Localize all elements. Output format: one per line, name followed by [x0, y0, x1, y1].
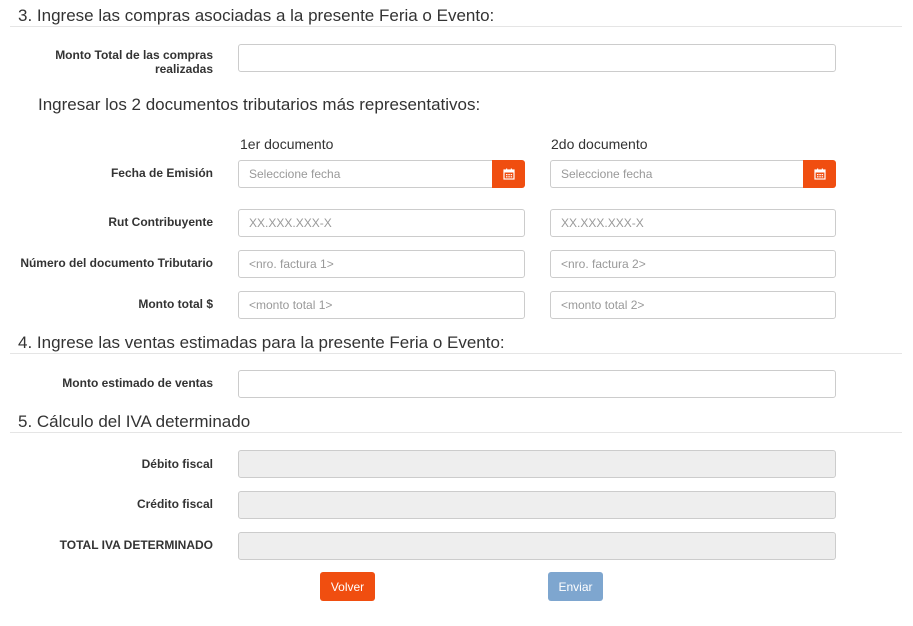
rut-2-input[interactable] — [551, 210, 835, 236]
credito-fiscal-input — [239, 492, 835, 518]
numero-documento-label: Número del documento Tributario — [20, 256, 213, 270]
monto-estimado-ventas-label: Monto estimado de ventas — [62, 376, 213, 390]
total-iva-determinado-field — [238, 532, 836, 560]
rut-1-input[interactable] — [239, 210, 524, 236]
debito-fiscal-label: Débito fiscal — [141, 457, 213, 471]
section-3-divider — [10, 26, 902, 27]
fecha-emision-1-input[interactable] — [239, 161, 492, 187]
monto-total-2-input[interactable] — [551, 292, 835, 318]
credito-fiscal-field — [238, 491, 836, 519]
section-3-title: 3. Ingrese las compras asociadas a la pr… — [18, 6, 495, 25]
fecha-emision-label: Fecha de Emisión — [110, 166, 213, 180]
section-4-title: 4. Ingrese las ventas estimadas para la … — [18, 333, 505, 352]
calendar-icon — [502, 168, 515, 180]
calendar-icon — [813, 168, 826, 180]
debito-fiscal-field — [238, 450, 836, 478]
col-1er-documento-heading: 1er documento — [240, 136, 334, 152]
documentos-subheading: Ingresar los 2 documentos tributarios má… — [38, 95, 481, 114]
numero-documento-1-field[interactable] — [238, 250, 525, 278]
rut-contribuyente-label: Rut Contribuyente — [108, 215, 213, 229]
monto-total-2-field[interactable] — [550, 291, 836, 319]
fecha-emision-1-wrapper — [238, 160, 492, 188]
monto-total-compras-input[interactable] — [239, 45, 835, 71]
fecha-emision-2-field — [550, 160, 836, 188]
fecha-emision-1-calendar-button[interactable] — [492, 160, 525, 188]
section-5-title: 5. Cálculo del IVA determinado — [18, 412, 251, 431]
fecha-emision-2-input[interactable] — [551, 161, 803, 187]
debito-fiscal-input — [239, 451, 835, 477]
numero-documento-2-input[interactable] — [551, 251, 835, 277]
monto-total-1-field[interactable] — [238, 291, 525, 319]
fecha-emision-2-wrapper — [550, 160, 803, 188]
monto-total-documento-label: Monto total $ — [138, 297, 213, 311]
rut-1-field[interactable] — [238, 209, 525, 237]
enviar-button[interactable]: Enviar — [548, 572, 603, 601]
numero-documento-1-input[interactable] — [239, 251, 524, 277]
monto-total-1-input[interactable] — [239, 292, 524, 318]
monto-estimado-ventas-input[interactable] — [239, 371, 835, 397]
monto-total-compras-label: Monto Total de las compras realizadas — [55, 48, 213, 76]
section-5-divider — [10, 432, 902, 433]
fecha-emision-1-field — [238, 160, 525, 188]
section-4-divider — [10, 353, 902, 354]
total-iva-determinado-input — [239, 533, 835, 559]
fecha-emision-2-calendar-button[interactable] — [803, 160, 836, 188]
credito-fiscal-label: Crédito fiscal — [136, 497, 213, 511]
numero-documento-2-field[interactable] — [550, 250, 836, 278]
total-iva-determinado-label: TOTAL IVA DETERMINADO — [59, 538, 213, 552]
rut-2-field[interactable] — [550, 209, 836, 237]
monto-estimado-ventas-field[interactable] — [238, 370, 836, 398]
monto-total-compras-field[interactable] — [238, 44, 836, 72]
volver-button[interactable]: Volver — [320, 572, 375, 601]
col-2do-documento-heading: 2do documento — [551, 136, 648, 152]
